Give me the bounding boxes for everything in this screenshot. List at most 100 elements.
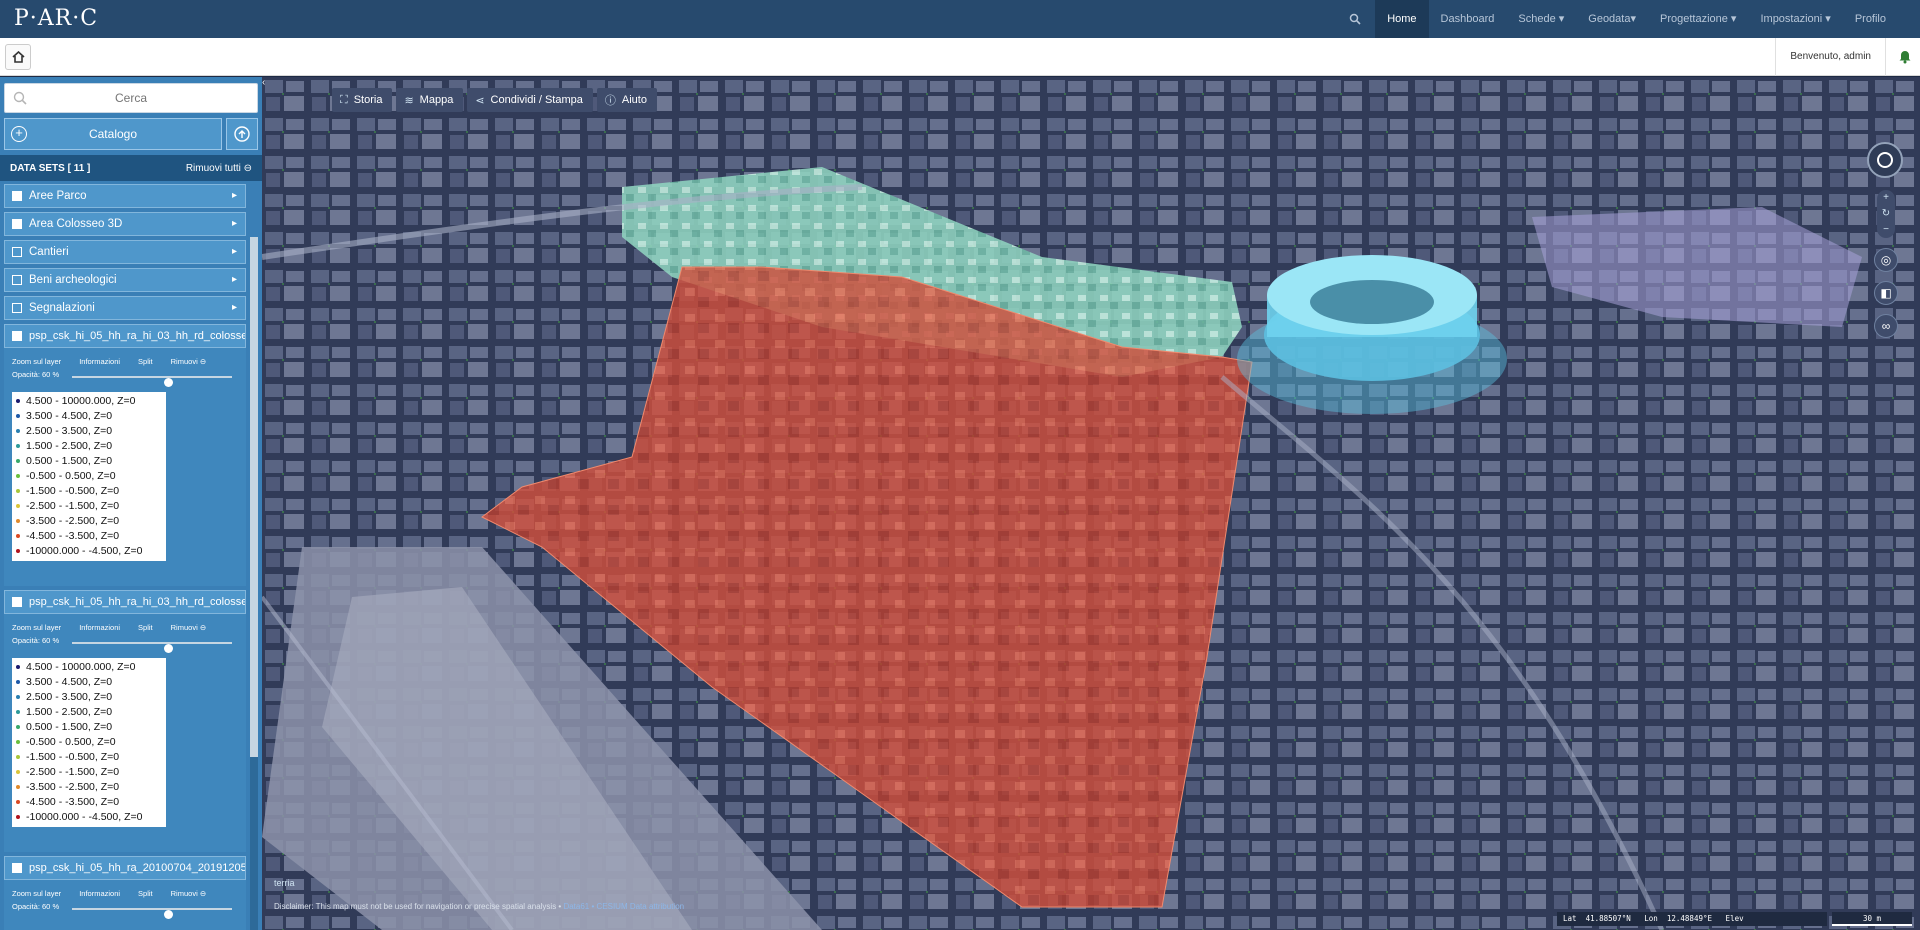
chevron-right-icon[interactable]: ▸ (232, 185, 237, 207)
dataset-cantieri[interactable]: Cantieri ▸ (4, 240, 246, 264)
home-button[interactable] (5, 44, 31, 70)
legend-swatch (16, 474, 20, 479)
checkbox[interactable] (12, 219, 22, 229)
legend-swatch (16, 399, 20, 404)
scrollbar-thumb[interactable] (250, 237, 258, 757)
vr-view-icon[interactable]: ∞ (1874, 314, 1898, 338)
legend-swatch (16, 800, 20, 805)
nav-progettazione[interactable]: Progettazione ▾ (1648, 0, 1748, 38)
map-button[interactable]: ≋ Mappa (396, 88, 464, 112)
legend-label: 3.500 - 4.500, Z=0 (26, 676, 113, 688)
remove-layer-button[interactable]: Rimuovi ⊖ (171, 357, 206, 366)
remove-all-button[interactable]: Rimuovi tutti ⊖ (186, 163, 252, 174)
help-button[interactable]: ⓘ Aiuto (596, 88, 657, 112)
zoom-to-layer-button[interactable]: Zoom sul layer (12, 357, 61, 366)
info-button[interactable]: Informazioni (79, 623, 120, 632)
info-button[interactable]: Informazioni (79, 889, 120, 898)
legend-swatch (16, 519, 20, 524)
legend-swatch (16, 755, 20, 760)
search-box[interactable] (4, 83, 258, 113)
legend-label: 1.500 - 2.500, Z=0 (26, 706, 113, 718)
remove-layer-button[interactable]: Rimuovi ⊖ (171, 623, 206, 632)
checkbox[interactable] (12, 597, 22, 607)
layer-header[interactable]: psp_csk_hi_05_hh_ra_hi_03_hh_rd_colosseo… (4, 324, 246, 348)
legend-swatch (16, 429, 20, 434)
zoom-out-icon[interactable]: − (1877, 222, 1895, 238)
dataset-beni-archeologici[interactable]: Beni archeologici ▸ (4, 268, 246, 292)
layers-icon: ≋ (404, 94, 414, 107)
checkbox[interactable] (12, 275, 22, 285)
aerial-3d-map[interactable] (262, 77, 1920, 930)
opacity-label: Opacità: 60 % (12, 902, 60, 911)
share-button[interactable]: ⋖ Condividi / Stampa (467, 88, 593, 112)
workbench-sidebar: + Catalogo DATA SETS [ 11 ] Rimuovi tutt… (0, 77, 262, 930)
sidebar-scrollbar[interactable] (250, 237, 258, 930)
terria-logo: terria (274, 878, 295, 888)
compass-control[interactable] (1867, 142, 1903, 178)
slider-handle[interactable] (164, 378, 173, 387)
bell-icon[interactable] (1898, 48, 1912, 69)
zoom-control[interactable]: + ↻ − (1877, 190, 1895, 238)
upload-button[interactable] (226, 118, 258, 150)
split-view-icon[interactable]: ◧ (1874, 281, 1898, 305)
legend-swatch (16, 710, 20, 715)
app-logo[interactable]: P·AR·C (14, 6, 98, 31)
legend-item: -10000.000 - -4.500, Z=0 (16, 810, 162, 825)
legend-item: -2.500 - -1.500, Z=0 (16, 765, 162, 780)
legend-swatch (16, 680, 20, 685)
checkbox[interactable] (12, 191, 22, 201)
help-label: Aiuto (621, 94, 647, 106)
chevron-right-icon[interactable]: ▸ (232, 269, 237, 291)
chevron-right-icon[interactable]: ▸ (232, 213, 237, 235)
zoom-to-layer-button[interactable]: Zoom sul layer (12, 623, 61, 632)
checkbox[interactable] (12, 247, 22, 257)
nav-geodata[interactable]: Geodata▾ (1576, 0, 1648, 38)
chevron-right-icon[interactable]: ▸ (232, 297, 237, 319)
opacity-slider[interactable] (72, 376, 232, 387)
nav-impostazioni[interactable]: Impostazioni ▾ (1748, 0, 1842, 38)
split-button[interactable]: Split (138, 623, 153, 632)
attribution-link[interactable]: Data61 • CESIUM Data attribution (563, 902, 684, 911)
upload-icon (234, 126, 250, 142)
collapse-sidebar-icon[interactable]: ‹ (262, 77, 270, 97)
legend-label: 0.500 - 1.500, Z=0 (26, 455, 113, 467)
info-button[interactable]: Informazioni (79, 357, 120, 366)
checkbox[interactable] (12, 303, 22, 313)
checkbox[interactable] (12, 863, 22, 873)
compass-icon (1877, 152, 1893, 168)
nav-dashboard[interactable]: Dashboard (1429, 0, 1507, 38)
nav-home[interactable]: Home (1375, 0, 1429, 38)
story-icon: ⛶ (340, 93, 348, 106)
zoom-in-icon[interactable]: + (1877, 190, 1895, 206)
dataset-segnalazioni[interactable]: Segnalazioni ▸ (4, 296, 246, 320)
search-input[interactable] (5, 84, 257, 112)
locate-me-icon[interactable]: ◎ (1874, 248, 1898, 272)
nav-profilo[interactable]: Profilo (1843, 0, 1898, 38)
story-button[interactable]: ⛶ Storia (332, 88, 393, 112)
remove-layer-button[interactable]: Rimuovi ⊖ (171, 889, 206, 898)
scale-bar: 30 m (1832, 912, 1912, 926)
chevron-right-icon[interactable]: ▸ (232, 241, 237, 263)
opacity-slider[interactable] (72, 908, 232, 919)
legend-swatch (16, 695, 20, 700)
slider-handle[interactable] (164, 910, 173, 919)
search-icon[interactable] (1335, 0, 1375, 38)
nav-schede[interactable]: Schede ▾ (1506, 0, 1576, 38)
catalog-button[interactable]: + Catalogo (4, 118, 222, 150)
dataset-area-colosseo-3d[interactable]: Area Colosseo 3D ▸ (4, 212, 246, 236)
layer-header[interactable]: psp_csk_hi_05_hh_ra_hi_03_hh_rd_colosseo… (4, 590, 246, 614)
checkbox[interactable] (12, 331, 22, 341)
map-viewer[interactable] (262, 77, 1920, 930)
opacity-slider[interactable] (72, 642, 232, 653)
zoom-to-layer-button[interactable]: Zoom sul layer (12, 889, 61, 898)
welcome-user[interactable]: Benvenuto, admin (1775, 38, 1886, 76)
zoom-reset-icon[interactable]: ↻ (1877, 206, 1895, 222)
slider-handle[interactable] (164, 644, 173, 653)
split-button[interactable]: Split (138, 357, 153, 366)
split-button[interactable]: Split (138, 889, 153, 898)
legend-label: -10000.000 - -4.500, Z=0 (26, 811, 143, 823)
layer-legend: 4.500 - 10000.000, Z=0 3.500 - 4.500, Z=… (12, 658, 166, 827)
dataset-aree-parco[interactable]: Aree Parco ▸ (4, 184, 246, 208)
layer-header[interactable]: psp_csk_hi_05_hh_ra_20100704_20191205_c (4, 856, 246, 880)
catalog-label: Catalogo (88, 127, 138, 141)
